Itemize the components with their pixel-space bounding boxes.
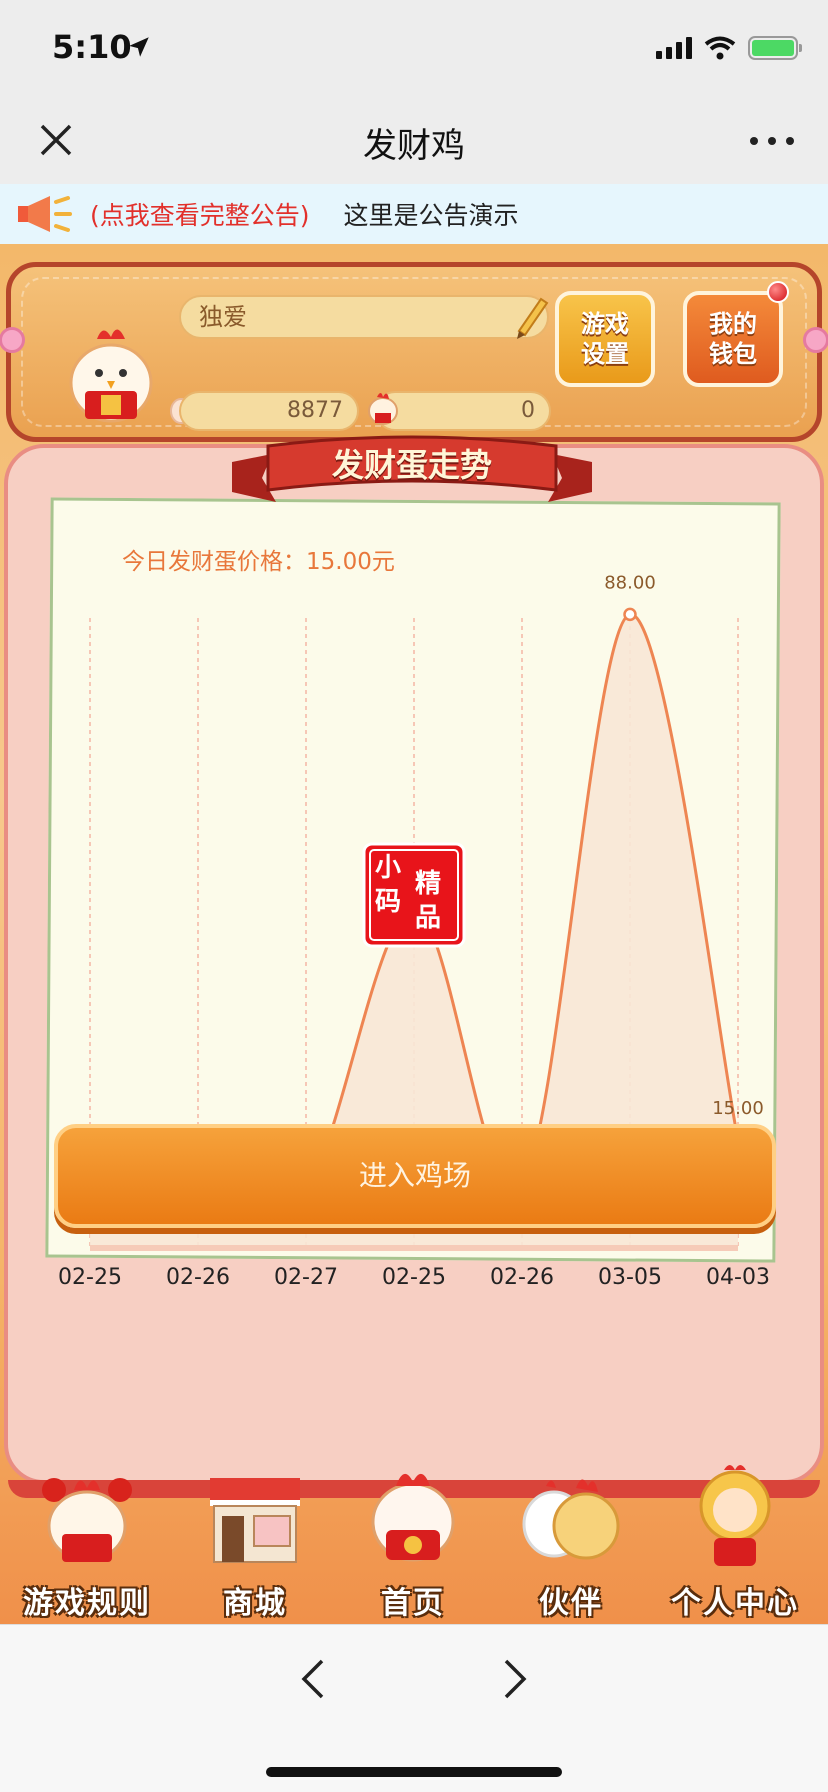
- cellular-signal-icon: [656, 37, 692, 59]
- seal-stamp-char: 小: [375, 853, 401, 883]
- nav-label: 个人中心: [671, 1586, 799, 1621]
- nav-bar: 发财鸡: [0, 100, 828, 184]
- chart-point: [623, 607, 637, 622]
- chicken-home-icon: [371, 1473, 455, 1562]
- chart-data-label: 15.00: [712, 1098, 764, 1119]
- seal-stamp-char: 品: [415, 903, 441, 933]
- status-bar: 5:10: [0, 0, 828, 100]
- x-tick-label: 02-25: [58, 1265, 122, 1290]
- seal-stamp-char: 精: [415, 869, 441, 899]
- battery-icon: [748, 36, 802, 60]
- location-arrow-icon: [129, 37, 149, 57]
- kid-icon: [699, 1465, 771, 1566]
- nav-label: 伙伴: [539, 1586, 603, 1621]
- x-tick-label: 03-05: [598, 1265, 662, 1290]
- x-tick-label: 02-25: [382, 1265, 446, 1290]
- nav-home[interactable]: 首页: [338, 1450, 488, 1624]
- wifi-icon: [704, 36, 736, 60]
- x-tick-label: 04-03: [706, 1265, 770, 1290]
- more-icon[interactable]: [750, 126, 794, 156]
- x-tick-label: 02-27: [274, 1265, 338, 1290]
- enter-farm-button[interactable]: 进入鸡场: [54, 1124, 776, 1228]
- nav-label: 游戏规则: [23, 1586, 151, 1621]
- announcement-bar[interactable]: (点我查看完整公告) 这里是公告演示: [0, 184, 828, 244]
- nav-profile[interactable]: 个人中心: [660, 1450, 810, 1624]
- nav-label: 商城: [223, 1586, 287, 1621]
- seal-stamp-char: 码: [375, 887, 401, 917]
- egg-price-chart: 5.0002-256.0002-268.0002-2702-258.8002-2…: [58, 572, 770, 1290]
- browser-toolbar: [0, 1624, 828, 1792]
- nav-shop[interactable]: 商城: [180, 1450, 330, 1624]
- x-tick-label: 02-26: [166, 1265, 230, 1290]
- nav-game-rules[interactable]: 游戏规则: [12, 1450, 162, 1624]
- megaphone-icon: [18, 196, 72, 232]
- nav-label: 首页: [381, 1586, 445, 1621]
- shop-icon: [210, 1478, 300, 1563]
- forward-icon[interactable]: [496, 1657, 532, 1701]
- announcement-text: 这里是公告演示: [343, 201, 519, 230]
- x-tick-label: 02-26: [490, 1265, 554, 1290]
- page-title: 发财鸡: [363, 126, 465, 166]
- partners-icon: [522, 1479, 620, 1560]
- bottom-nav: 游戏规则 商城 首页 伙伴 个人中心: [0, 1450, 828, 1624]
- status-time: 5:10: [52, 28, 132, 66]
- game-area: 独爱 8877 0 游戏 设置 我的 钱包 发财蛋走势 今日发财蛋价格：15.0…: [0, 244, 828, 1624]
- home-indicator: [266, 1767, 562, 1777]
- chart-data-label: 88.00: [604, 572, 656, 593]
- back-icon[interactable]: [296, 1657, 332, 1701]
- announcement-link[interactable]: (点我查看完整公告): [90, 196, 310, 232]
- rooster-icon: [42, 1478, 132, 1562]
- nav-partners[interactable]: 伙伴: [496, 1450, 646, 1624]
